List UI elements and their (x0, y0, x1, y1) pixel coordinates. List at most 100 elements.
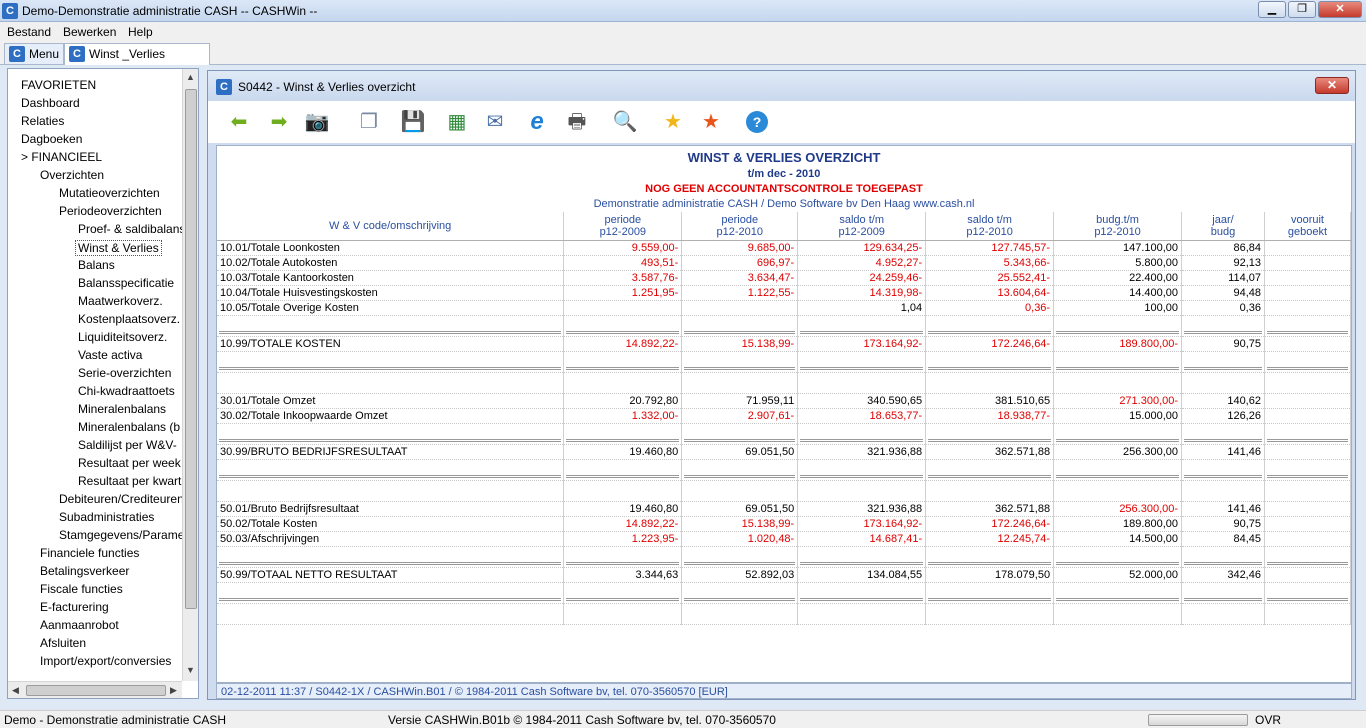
report-window-title-bar[interactable]: C S0442 - Winst & Verlies overzicht ✕ (208, 71, 1355, 101)
column-header[interactable]: W & V code/omschrijving (217, 212, 565, 241)
sidebar-item[interactable]: FAVORIETEN (21, 78, 96, 92)
maximize-button[interactable]: ❐ (1288, 1, 1316, 18)
table-cell: 1.251,95- (563, 285, 683, 301)
close-report-button[interactable]: ✕ (1315, 77, 1349, 94)
sidebar-item[interactable]: Serie-overzichten (78, 366, 171, 380)
sidebar-item[interactable]: Winst & Verlies (75, 240, 162, 256)
sidebar-item[interactable]: Dagboeken (21, 132, 82, 146)
sidebar-item[interactable]: Import/export/conversies (40, 654, 171, 668)
help-icon[interactable]: ? (746, 111, 768, 133)
sidebar-item[interactable]: Proef- & saldibalans (78, 222, 182, 236)
tab-menu[interactable]: C Menu (4, 43, 65, 64)
column-header[interactable]: budg.t/m p12-2010 (1053, 212, 1183, 241)
table-cell: 90,75 (1181, 516, 1265, 532)
sidebar-item[interactable]: Balans (78, 258, 115, 272)
star-favorite-icon[interactable]: ★ (660, 109, 686, 135)
table-cell (1264, 336, 1351, 352)
table-cell: 86,84 (1181, 240, 1265, 256)
scrollbar-thumb[interactable] (185, 89, 197, 609)
window-title-bar[interactable]: C Demo-Demonstratie administratie CASH -… (0, 0, 1366, 22)
sidebar-item[interactable]: Kostenplaatsoverz. (78, 312, 180, 326)
table-cell: 172.246,64- (925, 336, 1055, 352)
table-cell (681, 480, 799, 502)
table-cell (563, 351, 683, 373)
column-header[interactable]: periode p12-2009 (563, 212, 683, 241)
scroll-left-icon[interactable]: ◀ (12, 685, 19, 696)
printer-icon[interactable]: 🖶 (564, 109, 590, 135)
double-rule (1266, 438, 1348, 442)
column-header[interactable]: jaar/budg (1181, 212, 1265, 241)
table-cell: 100,00 (1053, 300, 1183, 316)
double-rule (928, 330, 1052, 334)
scrollbar-thumb[interactable] (26, 685, 166, 696)
status-version: Versie CASHWin.B01b © 1984-2011 Cash Sof… (388, 713, 776, 727)
sidebar-item[interactable]: Overzichten (40, 168, 104, 182)
column-header-line2: p12-2009 (838, 225, 885, 238)
minimize-button[interactable]: ▁ (1258, 1, 1286, 18)
sidebar-item[interactable]: Financiele functies (40, 546, 139, 560)
sidebar-item[interactable]: Dashboard (21, 96, 80, 110)
sidebar-item[interactable]: Stamgegevens/Parame (59, 528, 182, 542)
star-remove-icon[interactable]: ★ (698, 109, 724, 135)
table-cell (925, 459, 1055, 481)
scroll-right-icon[interactable]: ▶ (170, 685, 177, 696)
scroll-up-icon[interactable]: ▲ (186, 72, 195, 82)
table-row: 10.03/Totale Kantoorkosten 3.587,76- 3.634… (217, 270, 1351, 286)
sidebar-item[interactable]: Subadministraties (59, 510, 154, 524)
back-arrow-icon[interactable]: ⬅ (226, 109, 252, 135)
sidebar-item[interactable]: Saldilijst per W&V- (78, 438, 177, 452)
sidebar-item[interactable]: Betalingsverkeer (40, 564, 129, 578)
column-header[interactable]: saldo t/m p12-2010 (925, 212, 1055, 241)
sidebar-item[interactable]: Fiscale functies (40, 582, 123, 596)
menu-bestand[interactable]: Bestand (7, 25, 51, 39)
column-header[interactable]: vooruit geboekt (1264, 212, 1351, 241)
sidebar-item[interactable]: Vaste activa (78, 348, 142, 362)
column-header-line1: jaar/ (1212, 213, 1234, 226)
forward-arrow-icon[interactable]: ➡ (266, 109, 292, 135)
search-icon[interactable]: 🔍 (612, 109, 638, 135)
tab-bar: C Menu C Winst _Verlies overzicht (0, 41, 1366, 81)
column-header-line2: p12-2010 (1094, 225, 1141, 238)
menu-help[interactable]: Help (128, 25, 153, 39)
sidebar-item[interactable]: Liquiditeitsoverz. (78, 330, 167, 344)
copy-icon[interactable]: ❐ (356, 109, 382, 135)
menu-bewerken[interactable]: Bewerken (63, 25, 116, 39)
close-window-button[interactable]: ✕ (1318, 1, 1362, 18)
save-disk-icon[interactable]: 💾 (400, 109, 426, 135)
sidebar-item[interactable]: Mineralenbalans (b (78, 420, 180, 434)
sidebar-item[interactable]: Aanmaanrobot (40, 618, 119, 632)
table-cell (1181, 423, 1265, 445)
table-cell: 173.164,92- (797, 516, 927, 532)
double-rule (928, 474, 1052, 478)
sidebar-item[interactable]: Resultaat per kwart (78, 474, 181, 488)
tab-winst-verlies[interactable]: C Winst _Verlies overzicht (64, 43, 210, 81)
sidebar-vertical-scrollbar[interactable]: ▲ ▼ (182, 69, 198, 681)
column-header[interactable]: periode p12-2010 (681, 212, 799, 241)
column-header[interactable]: saldo t/m p12-2009 (797, 212, 927, 241)
double-rule (684, 330, 796, 334)
column-header-line1: vooruit (1290, 213, 1324, 226)
sidebar-item[interactable]: Maatwerkoverz. (78, 294, 163, 308)
sidebar-item[interactable]: Resultaat per week (78, 456, 181, 470)
table-cell: 173.164,92- (797, 336, 927, 352)
sidebar-item[interactable]: Mineralenbalans (78, 402, 166, 416)
sidebar-item[interactable]: Debiteuren/Crediteuren (59, 492, 182, 506)
sidebar-item[interactable]: Periodeoverzichten (59, 204, 162, 218)
scroll-down-icon[interactable]: ▼ (186, 665, 195, 675)
excel-icon[interactable]: ▦ (444, 109, 470, 135)
email-icon[interactable]: ✉ (482, 109, 508, 135)
sidebar-item[interactable]: Relaties (21, 114, 64, 128)
table-cell (1264, 567, 1351, 583)
sidebar-item[interactable]: > FINANCIEEL (21, 150, 102, 164)
sidebar-item[interactable]: Balansspecificatie (78, 276, 174, 290)
table-cell: 5.343,66- (925, 255, 1055, 271)
sidebar-item[interactable]: Afsluiten (40, 636, 86, 650)
internet-explorer-icon[interactable]: e (524, 109, 550, 135)
camera-icon[interactable]: 📷 (304, 109, 330, 135)
sidebar-item[interactable]: E-facturering (40, 600, 109, 614)
sidebar-item[interactable]: Mutatieoverzichten (59, 186, 160, 200)
double-rule (800, 438, 924, 442)
table-cell (1053, 582, 1183, 604)
sidebar-item[interactable]: Chi-kwadraattoets (78, 384, 175, 398)
sidebar-horizontal-scrollbar[interactable]: ◀ ▶ (8, 681, 182, 698)
